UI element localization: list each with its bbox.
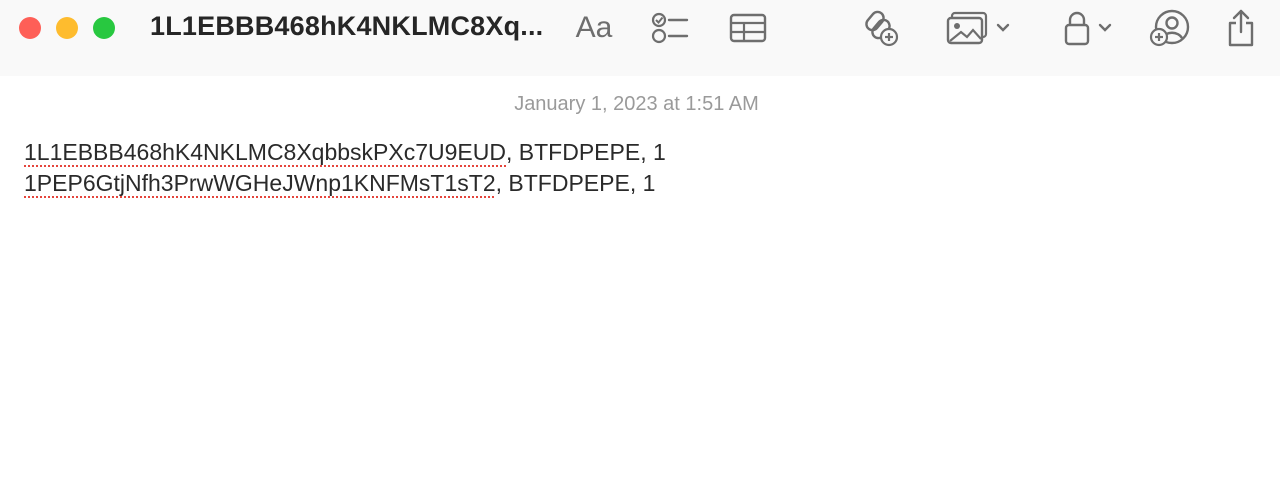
maximize-window-button[interactable] bbox=[93, 17, 115, 39]
window-title: 1L1EBBB468hK4NKLMC8Xq... bbox=[150, 11, 544, 41]
checklist-icon bbox=[651, 12, 689, 44]
link-add-icon bbox=[865, 10, 899, 47]
add-link-button[interactable] bbox=[860, 8, 902, 48]
close-window-button[interactable] bbox=[19, 17, 41, 39]
chevron-down-icon bbox=[996, 23, 1010, 32]
wallet-address: 1PEP6GtjNfh3PrwWGHeJWnp1KNFMsT1sT2 bbox=[24, 170, 496, 196]
collaborate-button[interactable] bbox=[1148, 8, 1192, 48]
note-timestamp: January 1, 2023 at 1:51 AM bbox=[514, 93, 759, 115]
minimize-window-button[interactable] bbox=[56, 17, 78, 39]
lock-icon bbox=[1064, 11, 1090, 46]
note-body[interactable]: 1L1EBBB468hK4NKLMC8XqbbskPXc7U9EUD, BTFD… bbox=[24, 137, 666, 199]
note-line: 1L1EBBB468hK4NKLMC8XqbbskPXc7U9EUD, BTFD… bbox=[24, 137, 666, 168]
table-button[interactable] bbox=[728, 8, 768, 48]
media-icon bbox=[946, 11, 988, 45]
media-button[interactable] bbox=[940, 8, 1016, 48]
line-rest: , BTFDPEPE, 1 bbox=[495, 170, 656, 196]
table-icon bbox=[729, 13, 767, 43]
checklist-button[interactable] bbox=[650, 8, 690, 48]
line-rest: , BTFDPEPE, 1 bbox=[506, 139, 666, 165]
wallet-address: 1L1EBBB468hK4NKLMC8XqbbskPXc7U9EUD bbox=[24, 139, 506, 165]
note-editor[interactable]: January 1, 2023 at 1:51 AM 1L1EBBB468hK4… bbox=[0, 76, 1280, 492]
lock-button[interactable] bbox=[1058, 8, 1118, 48]
note-line: 1PEP6GtjNfh3PrwWGHeJWnp1KNFMsT1sT2, BTFD… bbox=[24, 168, 666, 199]
toolbar: 1L1EBBB468hK4NKLMC8Xq... Aa bbox=[0, 0, 1280, 76]
chevron-down-icon bbox=[1098, 23, 1112, 32]
format-text-button[interactable]: Aa bbox=[572, 8, 616, 48]
share-icon bbox=[1228, 9, 1254, 47]
notes-window: 1L1EBBB468hK4NKLMC8Xq... Aa January 1, 2… bbox=[0, 0, 1280, 492]
collaborate-icon bbox=[1149, 9, 1190, 47]
share-button[interactable] bbox=[1222, 8, 1260, 48]
